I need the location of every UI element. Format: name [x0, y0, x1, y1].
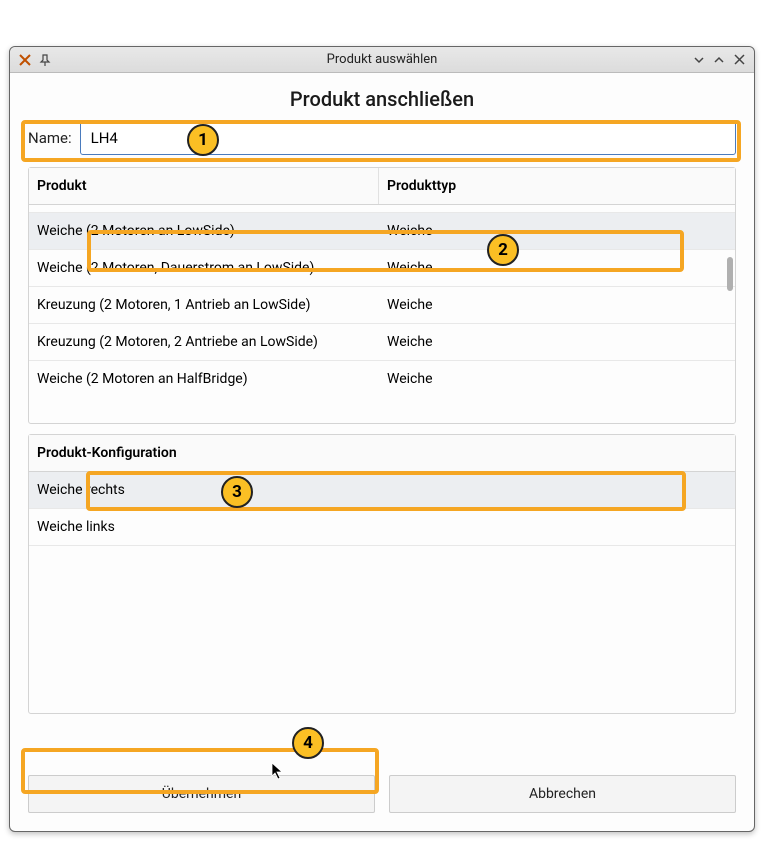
table-row[interactable]: Weiche (2 Motoren, Dauerstrom an LowSide… — [29, 250, 735, 287]
name-input[interactable] — [80, 121, 736, 155]
list-item[interactable]: Weiche links — [29, 509, 735, 546]
dialog-window: Produkt auswählen Produkt anschließen Na… — [9, 46, 755, 832]
cancel-button[interactable]: Abbrechen — [389, 775, 736, 813]
dialog-heading: Produkt anschließen — [10, 87, 754, 111]
table-row[interactable] — [29, 205, 735, 213]
name-row: Name: — [10, 121, 754, 167]
list-item[interactable]: Weiche rechts — [29, 472, 735, 509]
col-product[interactable]: Produkt — [29, 168, 379, 204]
close-icon[interactable] — [730, 51, 748, 69]
config-header: Produkt-Konfiguration — [29, 435, 735, 472]
scrollbar-thumb[interactable] — [727, 257, 733, 291]
pin-icon[interactable] — [36, 51, 54, 69]
app-icon — [16, 51, 34, 69]
apply-button[interactable]: Übernehmen — [28, 775, 375, 813]
product-table: Produkt Produkttyp Weiche (2 Motoren an … — [28, 167, 736, 424]
maximize-icon[interactable] — [710, 51, 728, 69]
table-row[interactable]: Weiche (2 Motoren an HalfBridge) Weiche — [29, 361, 735, 397]
name-label: Name: — [28, 129, 72, 147]
table-row[interactable]: Kreuzung (2 Motoren, 2 Antriebe an LowSi… — [29, 324, 735, 361]
config-table: Produkt-Konfiguration Weiche rechts Weic… — [28, 434, 736, 714]
table-row[interactable]: Kreuzung (2 Motoren, 1 Antrieb an LowSid… — [29, 287, 735, 324]
minimize-icon[interactable] — [690, 51, 708, 69]
window-title: Produkt auswählen — [327, 52, 438, 67]
table-row[interactable]: Weiche (2 Motoren an LowSide) Weiche — [29, 213, 735, 250]
titlebar: Produkt auswählen — [10, 47, 754, 73]
button-bar: Übernehmen Abbrechen — [10, 753, 754, 831]
col-type[interactable]: Produkttyp — [379, 168, 735, 204]
